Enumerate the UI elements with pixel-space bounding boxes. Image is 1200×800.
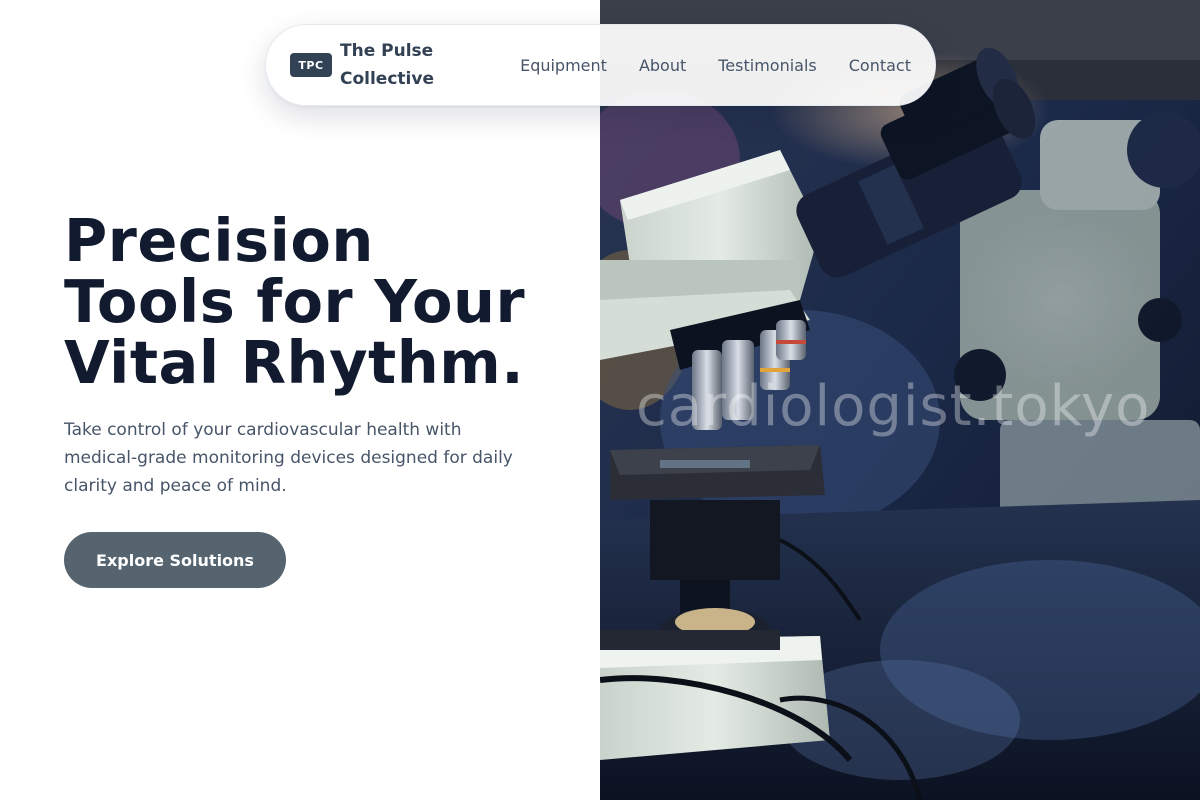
brand-logo[interactable]: TPC The Pulse Collective — [290, 37, 460, 93]
nav-link-about[interactable]: About — [639, 56, 686, 75]
hero-headline: Precision Tools for Your Vital Rhythm. — [64, 210, 564, 393]
headline-line-2: Tools for Your — [64, 267, 526, 336]
brand-name-line-1: The Pulse — [340, 41, 434, 61]
brand-name: The Pulse Collective — [340, 37, 460, 93]
explore-solutions-button[interactable]: Explore Solutions — [64, 532, 286, 588]
top-navigation: TPC The Pulse Collective Equipment About… — [265, 24, 936, 106]
nav-link-testimonials[interactable]: Testimonials — [718, 56, 817, 75]
watermark-text: cardiologist.tokyo — [636, 374, 1151, 439]
headline-line-1: Precision — [64, 206, 374, 275]
hero-left-panel — [0, 0, 600, 800]
hero-subtext: Take control of your cardiovascular heal… — [64, 420, 513, 496]
brand-badge: TPC — [290, 53, 332, 77]
nav-links: Equipment About Testimonials Contact — [520, 56, 911, 75]
headline-line-3: Vital Rhythm. — [64, 328, 525, 397]
nav-link-equipment[interactable]: Equipment — [520, 56, 607, 75]
nav-link-contact[interactable]: Contact — [849, 56, 911, 75]
brand-name-line-2: Collective — [340, 69, 434, 89]
